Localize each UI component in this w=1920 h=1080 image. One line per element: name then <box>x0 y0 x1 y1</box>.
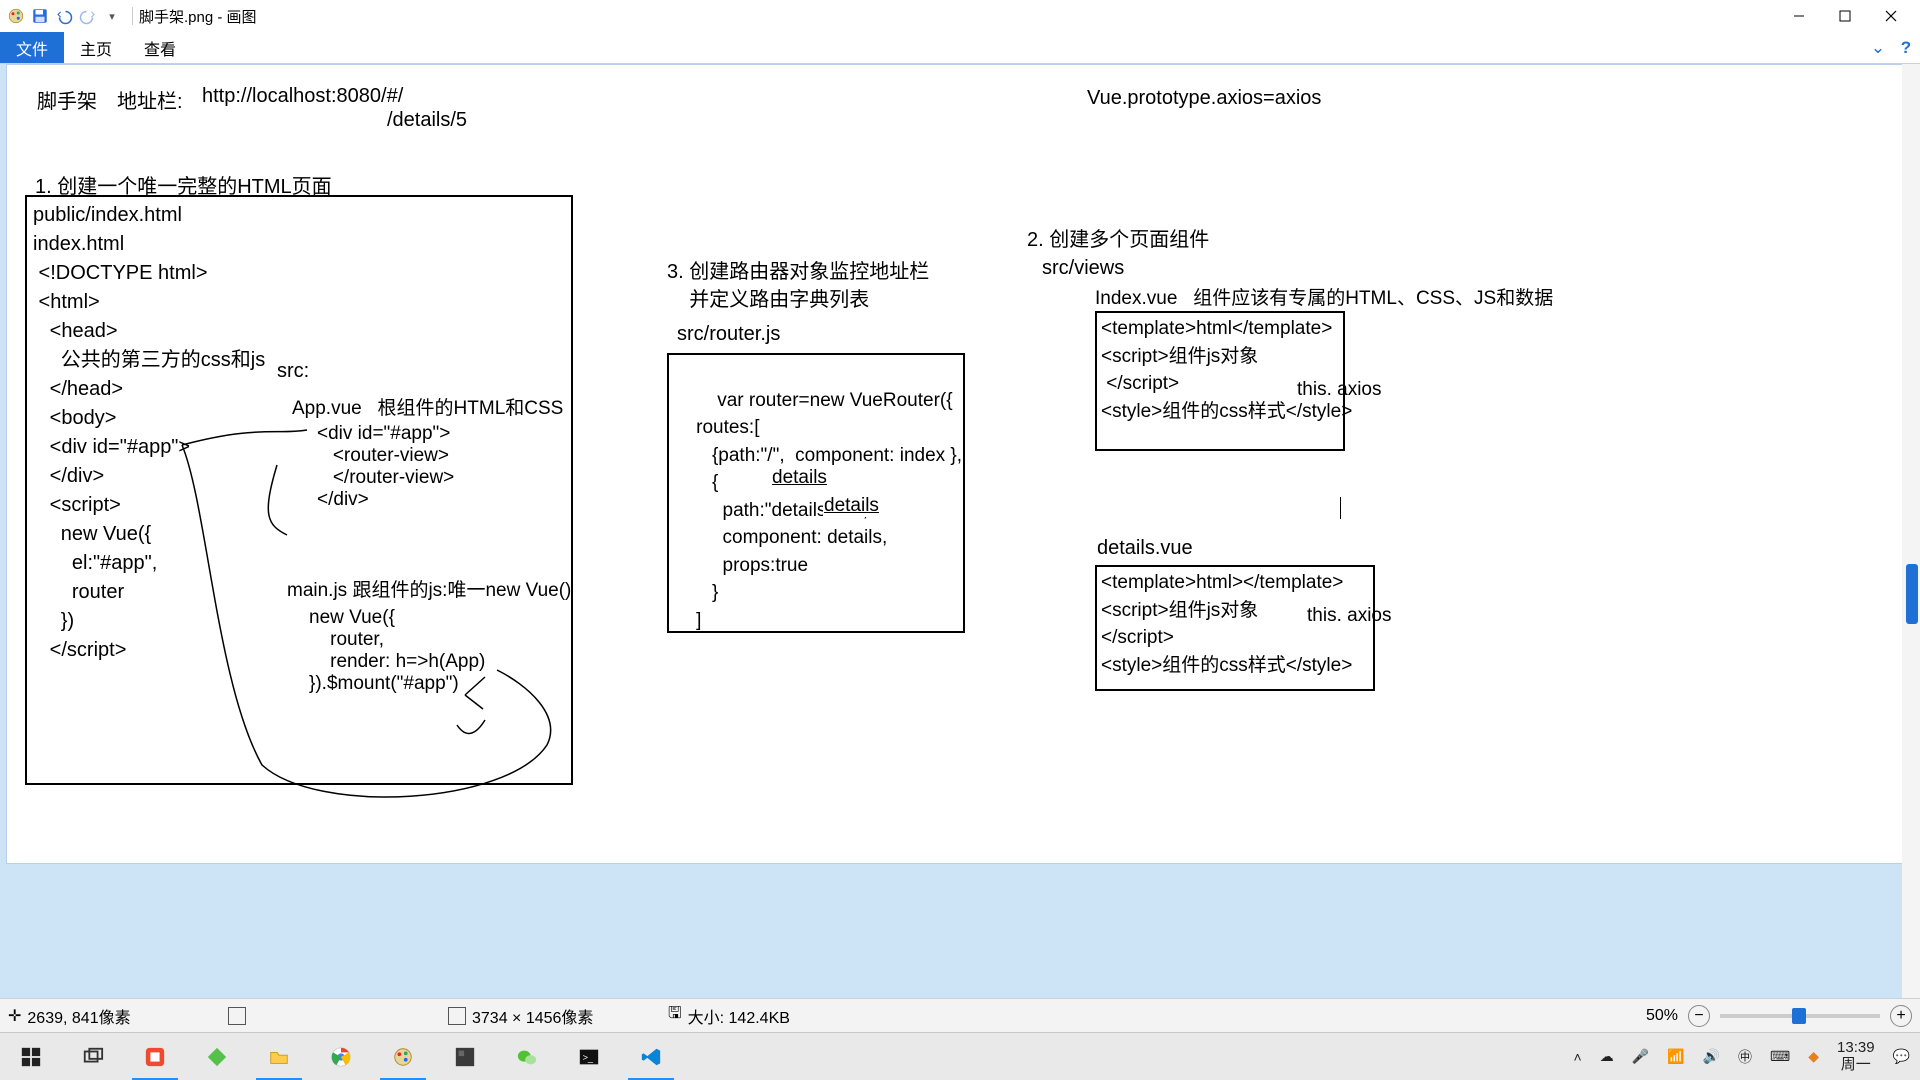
zoom-control: 50% − + <box>1646 1005 1912 1027</box>
section1-box: public/index.html index.html <!DOCTYPE h… <box>25 195 573 785</box>
maximize-button[interactable] <box>1822 0 1868 32</box>
section3-title2: 并定义路由字典列表 <box>667 283 869 312</box>
selection-icon <box>228 1007 246 1025</box>
tray-cloud-icon[interactable]: ☁ <box>1600 1048 1614 1065</box>
qat-dropdown-icon[interactable]: ▾ <box>102 6 122 26</box>
status-bar: ✛ 2639, 841像素 3734 × 1456像素 🖫 大小: 142.4K… <box>0 998 1920 1032</box>
taskbar-app-terminal[interactable]: >_ <box>558 1033 620 1080</box>
zoom-out-button[interactable]: − <box>1688 1005 1710 1027</box>
disk-icon: 🖫 <box>668 1002 682 1029</box>
text-caret <box>1340 497 1341 519</box>
dims-text: 3734 × 1456像素 <box>472 1004 593 1028</box>
image-dimensions: 3734 × 1456像素 <box>448 1004 668 1028</box>
url-line2: /details/5 <box>387 109 467 132</box>
tray-input-icon[interactable]: ⌨ <box>1770 1048 1790 1065</box>
router-box-text: var router=new VueRouter({ routes:[ {pat… <box>675 390 962 631</box>
url-line1: http://localhost:8080/#/ <box>202 85 403 108</box>
ribbon-collapse-icon[interactable]: ⌄ <box>1864 32 1892 63</box>
dims-icon <box>448 1007 466 1025</box>
window-titlebar: ▾ 脚手架.png - 画图 <box>0 0 1920 32</box>
start-button[interactable] <box>0 1033 62 1080</box>
taskbar-app-green[interactable] <box>186 1033 248 1080</box>
size-text: 大小: 142.4KB <box>688 1004 790 1028</box>
vue-box-2: <template>html></template> <script>组件js对… <box>1095 565 1375 691</box>
taskbar-app-wechat[interactable] <box>496 1033 558 1080</box>
workspace: 脚手架 地址栏: http://localhost:8080/#/ /detai… <box>0 64 1920 998</box>
file-size: 🖫 大小: 142.4KB <box>668 1002 888 1029</box>
mainjs-code: new Vue({ router, render: h=>h(App) }).$… <box>309 607 485 695</box>
appvue-label: App.vue 根组件的HTML和CSS <box>292 393 563 420</box>
scaffold-label: 脚手架 <box>37 85 97 114</box>
svg-text:>_: >_ <box>583 1052 594 1062</box>
router-file: src/router.js <box>677 323 780 346</box>
taskbar-app-paint[interactable] <box>372 1033 434 1080</box>
help-icon[interactable]: ? <box>1892 32 1920 63</box>
taskbar-app-explorer[interactable] <box>248 1033 310 1080</box>
vertical-scrollbar[interactable] <box>1902 64 1920 998</box>
ribbon-tabs: 文件 主页 查看 ⌄ ? <box>0 32 1920 64</box>
undo-icon[interactable] <box>54 6 74 26</box>
paint-app-icon <box>6 6 26 26</box>
src-views: src/views <box>1042 257 1124 280</box>
taskbar-app-camtasia[interactable] <box>124 1033 186 1080</box>
file-name: 脚手架.png <box>139 9 213 26</box>
taskbar-app-vscode[interactable] <box>620 1033 682 1080</box>
zoom-slider[interactable] <box>1720 1014 1880 1018</box>
section3-title1: 3. 创建路由器对象监控地址栏 <box>667 255 929 284</box>
title-dash: - <box>217 9 226 26</box>
address-label: 地址栏: <box>117 85 183 114</box>
app-name: 画图 <box>227 9 257 26</box>
zoom-slider-thumb[interactable] <box>1792 1008 1806 1024</box>
title-separator <box>132 7 133 25</box>
router-underline-1: details <box>771 467 828 489</box>
src-label: src: <box>277 360 309 383</box>
taskbar-app-darkgrey[interactable] <box>434 1033 496 1080</box>
taskbar-clock[interactable]: 13:39 周一 <box>1837 1040 1875 1073</box>
scrollbar-thumb[interactable] <box>1906 564 1918 624</box>
tray-chevron-icon[interactable]: ˄ <box>1574 1049 1582 1065</box>
tray-ime-icon[interactable]: ㊥ <box>1738 1047 1752 1067</box>
redo-icon[interactable] <box>78 6 98 26</box>
taskbar-app-chrome[interactable] <box>310 1033 372 1080</box>
window-title: 脚手架.png - 画图 <box>139 6 257 27</box>
notifications-icon[interactable]: 💬 <box>1893 1048 1910 1065</box>
router-underline-2: details <box>823 495 880 517</box>
selection-size <box>228 1007 448 1025</box>
this-axios-1: this. axios <box>1297 379 1381 401</box>
section2-title: 2. 创建多个页面组件 <box>1027 223 1209 252</box>
tab-file[interactable]: 文件 <box>0 32 64 63</box>
taskview-button[interactable] <box>62 1033 124 1080</box>
clock-time: 13:39 <box>1837 1040 1875 1057</box>
axios-proto: Vue.prototype.axios=axios <box>1087 87 1321 110</box>
tab-home[interactable]: 主页 <box>64 32 128 63</box>
this-axios-2: this. axios <box>1307 605 1391 627</box>
minimize-button[interactable] <box>1776 0 1822 32</box>
details-vue-label: details.vue <box>1097 537 1193 560</box>
clock-date: 周一 <box>1841 1057 1871 1074</box>
zoom-percent: 50% <box>1646 1007 1678 1025</box>
close-button[interactable] <box>1868 0 1914 32</box>
router-box: var router=new VueRouter({ routes:[ {pat… <box>667 353 965 633</box>
tray-volume-icon[interactable]: 🔊 <box>1703 1048 1720 1065</box>
canvas-viewport[interactable]: 脚手架 地址栏: http://localhost:8080/#/ /detai… <box>6 64 1914 864</box>
tray-wifi-icon[interactable]: 📶 <box>1667 1048 1684 1065</box>
tray-mic-icon[interactable]: 🎤 <box>1632 1048 1649 1065</box>
system-tray: ˄ ☁ 🎤 📶 🔊 ㊥ ⌨ ◆ 13:39 周一 💬 <box>1564 1040 1920 1073</box>
canvas-content: 脚手架 地址栏: http://localhost:8080/#/ /detai… <box>7 65 1913 863</box>
zoom-in-button[interactable]: + <box>1890 1005 1912 1027</box>
windows-taskbar: >_ ˄ ☁ 🎤 📶 🔊 ㊥ ⌨ ◆ 13:39 周一 💬 <box>0 1032 1920 1080</box>
tray-orange-icon[interactable]: ◆ <box>1808 1048 1819 1065</box>
tab-view[interactable]: 查看 <box>128 32 192 63</box>
mainjs-label: main.js 跟组件的js:唯一new Vue() <box>287 575 571 602</box>
cursor-position: ✛ 2639, 841像素 <box>8 1004 228 1028</box>
save-icon[interactable] <box>30 6 50 26</box>
cursor-pos-text: 2639, 841像素 <box>27 1004 130 1028</box>
appvue-code: <div id="#app"> <router-view> </router-v… <box>317 423 454 511</box>
index-vue-label: Index.vue 组件应该有专属的HTML、CSS、JS和数据 <box>1095 283 1553 310</box>
crosshair-icon: ✛ <box>8 1006 21 1026</box>
